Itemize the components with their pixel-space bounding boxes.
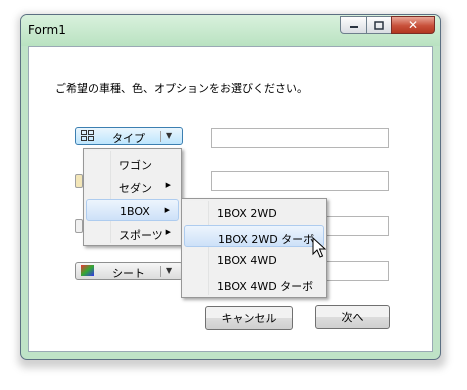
chevron-down-icon: ▼ bbox=[166, 266, 173, 275]
menu-item-sports[interactable]: スポーツ ▶ bbox=[86, 222, 179, 244]
mouse-cursor-icon bbox=[312, 237, 326, 258]
submenu-item-1box-4wd[interactable]: 1BOX 4WD bbox=[184, 249, 324, 271]
menu-item-label: 1BOX 4WD bbox=[217, 254, 277, 267]
grid-icon bbox=[81, 130, 94, 141]
menu-item-1box[interactable]: 1BOX ▶ bbox=[86, 199, 179, 221]
hidden-dropdown-button[interactable] bbox=[75, 174, 83, 188]
close-icon: ✕ bbox=[407, 18, 419, 32]
type-dropdown-label: タイプ bbox=[112, 132, 145, 145]
type-dropdown-button[interactable]: タイプ ▼ bbox=[75, 127, 183, 145]
submenu-arrow-icon: ▶ bbox=[165, 181, 171, 189]
menu-item-label: スポーツ bbox=[119, 229, 163, 242]
submenu-item-1box-2wd[interactable]: 1BOX 2WD bbox=[184, 202, 324, 224]
maximize-button[interactable] bbox=[366, 16, 392, 34]
menu-item-label: 1BOX 2WD ターボ bbox=[218, 233, 315, 246]
menu-item-label: 1BOX bbox=[120, 205, 150, 218]
submenu-arrow-icon: ▶ bbox=[164, 206, 170, 214]
menu-item-label: ワゴン bbox=[119, 159, 152, 172]
title-bar[interactable]: Form1 ✕ bbox=[21, 15, 440, 46]
text-field-2[interactable] bbox=[211, 171, 389, 191]
submenu-arrow-icon: ▶ bbox=[165, 228, 171, 236]
menu-item-label: 1BOX 4WD ターボ bbox=[217, 280, 314, 293]
minimize-button[interactable] bbox=[340, 16, 367, 34]
prompt-label: ご希望の車種、色、オプションをお選びください。 bbox=[55, 82, 308, 95]
dropdown-separator bbox=[160, 266, 161, 277]
menu-item-sedan[interactable]: セダン ▶ bbox=[86, 175, 179, 197]
cancel-button[interactable]: キャンセル bbox=[205, 306, 293, 330]
next-button[interactable]: 次へ bbox=[315, 305, 390, 329]
window-title: Form1 bbox=[28, 23, 66, 37]
type-dropdown-menu: ワゴン セダン ▶ 1BOX ▶ スポーツ ▶ bbox=[83, 148, 182, 246]
minimize-icon bbox=[349, 26, 358, 28]
color-swatch-icon bbox=[81, 265, 94, 276]
seat-dropdown-label: シート bbox=[112, 267, 145, 280]
hidden-dropdown-button[interactable] bbox=[75, 219, 83, 233]
menu-item-label: セダン bbox=[119, 182, 152, 195]
chevron-down-icon: ▼ bbox=[166, 131, 173, 140]
submenu-item-1box-2wd-turbo[interactable]: 1BOX 2WD ターボ bbox=[184, 225, 324, 247]
dropdown-separator bbox=[160, 131, 161, 142]
submenu-item-1box-4wd-turbo[interactable]: 1BOX 4WD ターボ bbox=[184, 273, 324, 295]
maximize-icon bbox=[374, 20, 384, 30]
1box-submenu: 1BOX 2WD 1BOX 2WD ターボ 1BOX 4WD 1BOX 4WD … bbox=[181, 198, 327, 298]
menu-item-wagon[interactable]: ワゴン bbox=[86, 152, 179, 174]
close-button[interactable]: ✕ bbox=[391, 16, 435, 34]
menu-item-label: 1BOX 2WD bbox=[217, 207, 277, 220]
seat-dropdown-button[interactable]: シート ▼ bbox=[75, 262, 183, 280]
text-field-1[interactable] bbox=[211, 128, 389, 148]
